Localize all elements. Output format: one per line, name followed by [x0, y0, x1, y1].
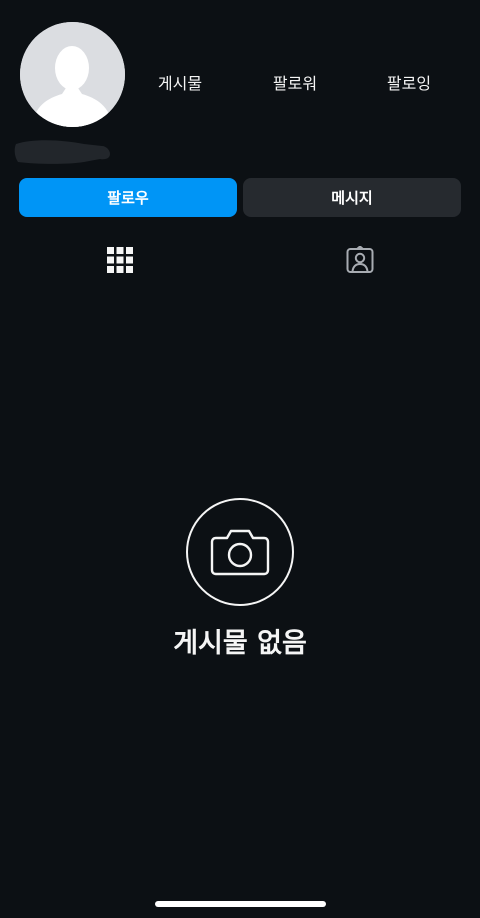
stat-posts-label[interactable]: 게시물 — [130, 72, 230, 96]
empty-posts-camera-circle — [186, 498, 294, 606]
default-user-silhouette-icon — [20, 22, 125, 127]
empty-posts-title: 게시물 없음 — [173, 628, 307, 659]
camera-icon — [210, 529, 270, 576]
stat-following-label[interactable]: 팔로잉 — [359, 72, 459, 96]
message-button[interactable]: 메시지 — [243, 178, 461, 217]
grid-icon — [107, 247, 133, 273]
follow-button[interactable]: 팔로우 — [19, 178, 237, 217]
home-indicator[interactable] — [155, 901, 326, 907]
profile-stats: 게시물 팔로워 팔로잉 — [130, 72, 480, 96]
stat-followers-label[interactable]: 팔로워 — [245, 72, 345, 96]
tab-posts-grid[interactable] — [0, 240, 240, 280]
tagged-user-icon — [346, 246, 374, 273]
avatar[interactable] — [20, 22, 125, 127]
username-redacted — [14, 134, 114, 166]
profile-page: 게시물 팔로워 팔로잉 팔로우 메시지 게시물 없음 — [0, 0, 480, 918]
tab-tagged[interactable] — [240, 240, 480, 280]
